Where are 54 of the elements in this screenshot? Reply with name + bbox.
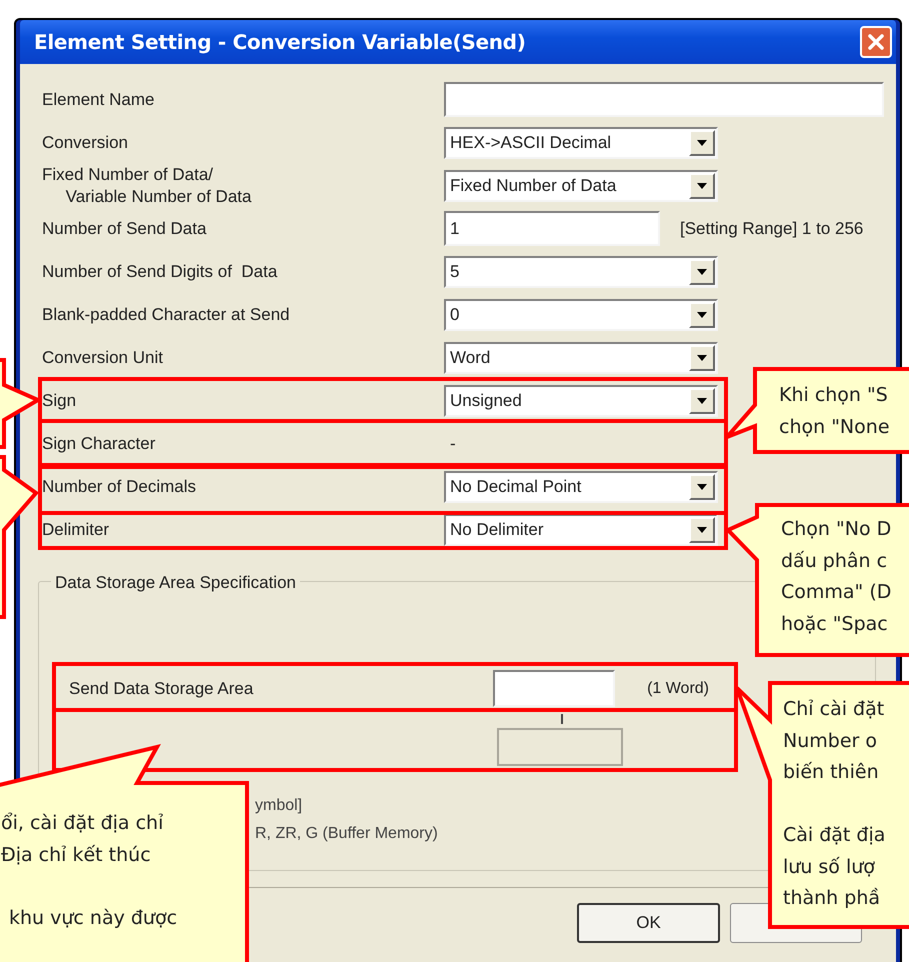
callout-text: Chọn "No D dấu phân c Comma" (D hoặc "Spac [781, 517, 892, 636]
field-value: - [449, 432, 456, 455]
callout-text: khu vực này được [9, 906, 178, 930]
callout-text: Cài đặt địa lưu số lượ thành phầ [783, 823, 886, 911]
field-label: Conversion [41, 132, 129, 154]
field-label: Sign [41, 390, 78, 412]
ok-button[interactable]: OK [577, 903, 720, 943]
field-label: Sign Character [41, 432, 156, 454]
dropdown-arrow-button[interactable] [689, 516, 715, 542]
field-label: Conversion Unit [41, 346, 164, 368]
dropdown[interactable]: 0 [444, 298, 718, 330]
dropdown[interactable]: 5 [444, 256, 718, 288]
callout-text: Khi chọn "S chọn "None [779, 383, 890, 440]
dropdown[interactable]: Word [444, 342, 718, 374]
field-label: Number of Send Digits of Data [41, 260, 278, 282]
field-label: Number of Send Data [41, 218, 208, 240]
dropdown-arrow-button[interactable] [689, 130, 715, 156]
input-field[interactable] [492, 670, 616, 707]
hint-text: R, ZR, G (Buffer Memory) [255, 824, 438, 844]
dropdown[interactable]: No Delimiter [444, 514, 718, 546]
caret-icon [697, 484, 707, 490]
dropdown-arrow-button[interactable] [689, 172, 715, 198]
close-icon [867, 33, 885, 51]
window-title: Element Setting - Conversion Variable(Send) [34, 29, 526, 56]
field-label: Fixed Number of Data/ Variable Number of Data [41, 164, 252, 208]
field-label: Send Data Storage Area [69, 678, 254, 700]
caret-icon [697, 312, 707, 318]
hint-text: ymbol] [255, 796, 302, 816]
dropdown-arrow-button[interactable] [689, 388, 715, 414]
dropdown[interactable]: HEX->ASCII Decimal [444, 126, 718, 158]
caret-icon [697, 398, 707, 404]
dropdown[interactable]: Unsigned [444, 384, 718, 416]
unit-text: (1 Word) [647, 678, 709, 698]
caret-icon [697, 140, 707, 146]
dropdown-arrow-button[interactable] [689, 344, 715, 370]
field-label: Number of Decimals [41, 476, 197, 498]
dropdown[interactable]: Fixed Number of Data [444, 170, 718, 202]
callout-text: Chỉ cài đặt Number o biến thiên [783, 697, 884, 785]
field-label: Delimiter [41, 518, 110, 540]
field-label: Blank-padded Character at Send [41, 304, 291, 326]
caret-icon [697, 526, 707, 532]
caret-icon [697, 268, 707, 274]
field-label: Element Name [41, 88, 156, 110]
caret-icon [697, 354, 707, 360]
input-field[interactable]: 1 [444, 211, 660, 246]
dropdown[interactable]: No Decimal Point [444, 470, 718, 502]
dropdown-arrow-button[interactable] [689, 258, 715, 284]
caret-icon [697, 182, 707, 188]
close-button[interactable] [860, 26, 892, 58]
input-field[interactable] [444, 82, 884, 117]
dropdown-arrow-button[interactable] [689, 474, 715, 500]
callout-text: ổi, cài đặt địa chỉ Địa chỉ kết thúc [1, 811, 164, 868]
dropdown-arrow-button[interactable] [689, 302, 715, 328]
setting-range-text: [Setting Range] 1 to 256 [680, 218, 864, 240]
